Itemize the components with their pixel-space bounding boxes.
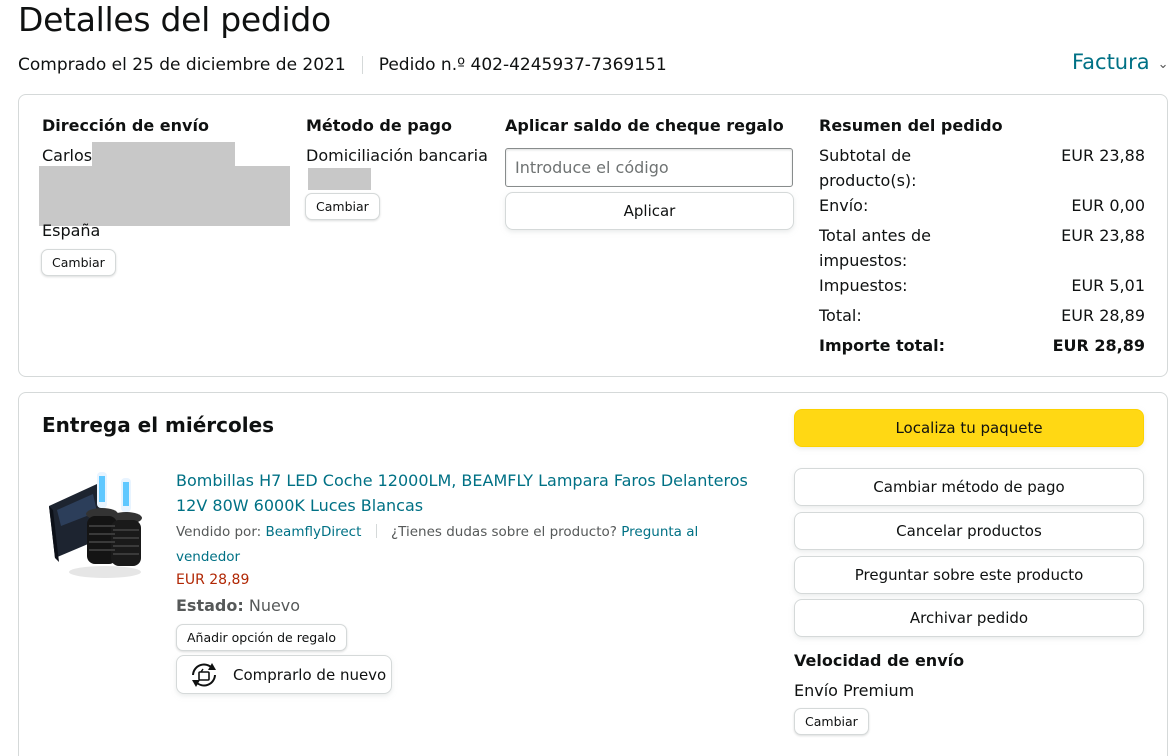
page-title: Detalles del pedido: [18, 0, 331, 39]
payment-method-title: Método de pago: [306, 116, 452, 135]
gift-card-title: Aplicar saldo de cheque regalo: [505, 116, 784, 135]
summary-value: EUR 23,88: [1061, 226, 1145, 245]
redacted-block: [308, 168, 371, 190]
sold-by-label: Vendido por:: [176, 524, 262, 540]
shipping-name: Carlos: [42, 146, 93, 165]
summary-value: EUR 5,01: [1071, 276, 1145, 295]
buy-again-label: Comprarlo de nuevo: [233, 665, 387, 684]
headlight-bulb-image: [49, 472, 142, 578]
redacted-block: [39, 166, 290, 226]
redacted-block: [92, 142, 235, 166]
summary-value: EUR 28,89: [1052, 336, 1145, 355]
track-package-button[interactable]: Localiza tu paquete: [794, 409, 1144, 447]
cancel-items-button[interactable]: Cancelar productos: [794, 512, 1144, 550]
condition-value: Nuevo: [248, 596, 301, 615]
summary-label: Subtotal de producto(s):: [819, 146, 917, 190]
purchase-date: Comprado el 25 de diciembre de 2021: [18, 55, 346, 75]
divider: [361, 56, 363, 74]
summary-row: Total antes de impuestos: EUR 23,88: [819, 223, 1145, 273]
summary-label: Total antes de impuestos:: [819, 226, 931, 270]
delivery-title: Entrega el miércoles: [42, 413, 275, 437]
change-shipping-speed-button[interactable]: Cambiar: [794, 708, 869, 735]
invoice-dropdown[interactable]: Factura ⌄: [1072, 50, 1169, 74]
change-payment-button[interactable]: Cambiar: [305, 193, 380, 220]
buy-again-icon: [192, 662, 216, 687]
summary-label: Importe total:: [819, 336, 945, 355]
product-title-link[interactable]: Bombillas H7 LED Coche 12000LM, BEAMFLY …: [176, 468, 776, 518]
gift-code-input[interactable]: [505, 148, 793, 187]
summary-value: EUR 0,00: [1071, 196, 1145, 215]
change-address-button[interactable]: Cambiar: [41, 249, 116, 276]
ask-product-button[interactable]: Preguntar sobre este producto: [794, 556, 1144, 594]
summary-value: EUR 28,89: [1061, 306, 1145, 325]
archive-order-button[interactable]: Archivar pedido: [794, 599, 1144, 637]
change-payment-method-button[interactable]: Cambiar método de pago: [794, 468, 1144, 506]
shipping-address-title: Dirección de envío: [42, 116, 209, 135]
summary-row: Envío: EUR 0,00: [819, 193, 1145, 218]
chevron-down-icon: ⌄: [1157, 56, 1169, 72]
seller-info: Vendido por: BeamflyDirect ¿Tienes dudas…: [176, 520, 736, 570]
summary-label: Impuestos:: [819, 276, 908, 295]
summary-label: Total:: [819, 306, 862, 325]
order-info-card: Dirección de envío Carlos España Cambiar…: [18, 94, 1168, 377]
shipping-speed-title: Velocidad de envío: [794, 651, 965, 670]
shipping-speed-value: Envío Premium: [794, 681, 915, 700]
payment-method-value: Domiciliación bancaria: [306, 146, 488, 165]
shipping-country: España: [42, 221, 101, 240]
product-image[interactable]: [45, 468, 165, 583]
divider: [375, 524, 377, 538]
summary-row: Impuestos: EUR 5,01: [819, 273, 1145, 298]
invoice-label: Factura: [1072, 50, 1150, 74]
summary-value: EUR 23,88: [1061, 146, 1145, 165]
order-meta: Comprado el 25 de diciembre de 2021 Pedi…: [18, 55, 667, 75]
add-gift-option-button[interactable]: Añadir opción de regalo: [176, 624, 347, 651]
summary-row-total: Importe total: EUR 28,89: [819, 333, 1145, 358]
order-summary-title: Resumen del pedido: [819, 116, 1003, 135]
product-condition: Estado: Nuevo: [176, 596, 300, 615]
summary-row: Total: EUR 28,89: [819, 303, 1145, 328]
question-text: ¿Tienes dudas sobre el producto?: [390, 524, 617, 540]
apply-gift-button[interactable]: Aplicar: [505, 192, 794, 230]
summary-label: Envío:: [819, 196, 869, 215]
shipment-card: Entrega el miércoles Bombillas H7 LED Co…: [18, 392, 1168, 756]
product-price: EUR 28,89: [176, 572, 250, 588]
summary-row: Subtotal de producto(s): EUR 23,88: [819, 143, 1145, 193]
order-number: Pedido n.º 402-4245937-7369151: [378, 55, 667, 75]
condition-label: Estado:: [176, 596, 244, 615]
buy-again-button[interactable]: Comprarlo de nuevo: [176, 655, 392, 694]
seller-link[interactable]: BeamflyDirect: [265, 524, 361, 540]
